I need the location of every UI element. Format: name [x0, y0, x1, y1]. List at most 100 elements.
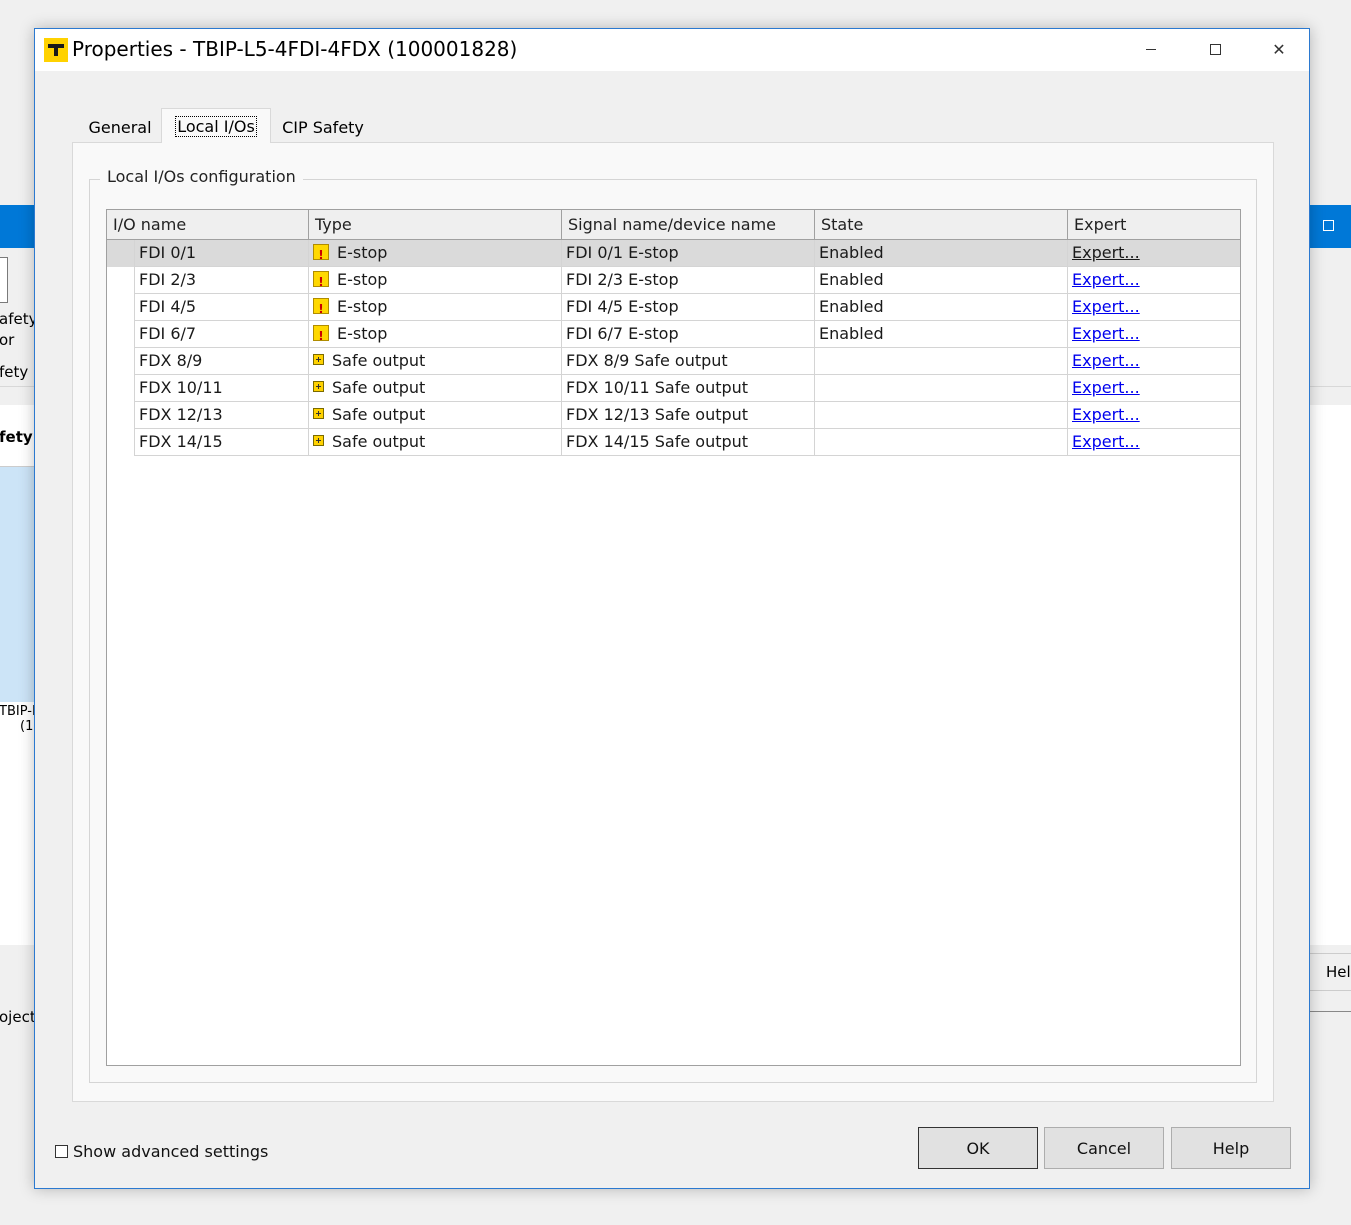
- signal-name-cell[interactable]: FDI 4/5 E-stop: [562, 294, 815, 321]
- column-header-expert[interactable]: Expert: [1068, 210, 1240, 240]
- properties-dialog: Properties - TBIP-L5-4FDI-4FDX (10000182…: [34, 28, 1310, 1189]
- table-row[interactable]: FDI 4/5 E-stop FDI 4/5 E-stop Enabled Ex…: [107, 294, 1240, 321]
- safe-output-icon: [313, 408, 324, 419]
- io-name-cell[interactable]: FDI 0/1: [135, 240, 309, 267]
- background-heading: fety: [0, 428, 33, 446]
- state-cell[interactable]: [815, 402, 1068, 429]
- type-cell[interactable]: E-stop: [309, 267, 562, 294]
- safe-output-icon: [313, 381, 324, 392]
- state-cell[interactable]: Enabled: [815, 240, 1068, 267]
- row-gutter: [107, 240, 135, 267]
- row-gutter: [107, 402, 135, 429]
- group-label: Local I/Os configuration: [100, 167, 303, 186]
- io-name-cell[interactable]: FDI 6/7: [135, 321, 309, 348]
- row-gutter: [107, 348, 135, 375]
- row-gutter: [107, 375, 135, 402]
- expert-link[interactable]: Expert...: [1072, 270, 1140, 289]
- type-label: E-stop: [337, 324, 388, 343]
- column-header-state[interactable]: State: [815, 210, 1068, 240]
- background-text: or: [0, 331, 15, 349]
- background-title-bar-left: [0, 205, 36, 248]
- expert-cell: Expert...: [1068, 294, 1240, 321]
- table-row[interactable]: FDI 0/1 E-stop FDI 0/1 E-stop Enabled Ex…: [107, 240, 1240, 267]
- minimize-button[interactable]: [1119, 29, 1183, 69]
- table-header: I/O name Type Signal name/device name St…: [107, 210, 1240, 240]
- expert-link[interactable]: Expert...: [1072, 351, 1140, 370]
- column-header-io-name[interactable]: I/O name: [107, 210, 309, 240]
- table-row[interactable]: FDX 14/15 Safe output FDX 14/15 Safe out…: [107, 429, 1240, 456]
- background-text: oject: [0, 1008, 36, 1026]
- type-cell[interactable]: E-stop: [309, 321, 562, 348]
- type-cell[interactable]: E-stop: [309, 294, 562, 321]
- type-cell[interactable]: Safe output: [309, 375, 562, 402]
- io-name-cell[interactable]: FDX 10/11: [135, 375, 309, 402]
- tab-label: CIP Safety: [282, 118, 364, 137]
- expert-link[interactable]: Expert...: [1072, 243, 1140, 262]
- tab-cip-safety[interactable]: CIP Safety: [273, 113, 373, 142]
- signal-name-cell[interactable]: FDX 10/11 Safe output: [562, 375, 815, 402]
- state-cell[interactable]: Enabled: [815, 294, 1068, 321]
- background-device-tile[interactable]: [0, 467, 36, 702]
- type-cell[interactable]: E-stop: [309, 240, 562, 267]
- expert-cell: Expert...: [1068, 348, 1240, 375]
- maximize-button[interactable]: [1183, 29, 1247, 69]
- expert-link[interactable]: Expert...: [1072, 297, 1140, 316]
- show-advanced-settings-checkbox[interactable]: [55, 1145, 68, 1158]
- signal-name-cell[interactable]: FDI 2/3 E-stop: [562, 267, 815, 294]
- expert-link[interactable]: Expert...: [1072, 432, 1140, 451]
- table-row[interactable]: FDX 12/13 Safe output FDX 12/13 Safe out…: [107, 402, 1240, 429]
- tab-label: General: [88, 118, 152, 137]
- io-name-cell[interactable]: FDX 14/15: [135, 429, 309, 456]
- io-name-cell[interactable]: FDI 4/5: [135, 294, 309, 321]
- io-name-cell[interactable]: FDX 8/9: [135, 348, 309, 375]
- type-cell[interactable]: Safe output: [309, 402, 562, 429]
- type-label: Safe output: [332, 405, 426, 424]
- tab-local-ios[interactable]: Local I/Os: [161, 108, 271, 143]
- table-row[interactable]: FDI 2/3 E-stop FDI 2/3 E-stop Enabled Ex…: [107, 267, 1240, 294]
- state-cell[interactable]: [815, 348, 1068, 375]
- show-advanced-settings[interactable]: Show advanced settings: [55, 1142, 268, 1161]
- dialog-title-bar[interactable]: Properties - TBIP-L5-4FDI-4FDX (10000182…: [35, 29, 1309, 71]
- tab-panel-local-ios: Local I/Os configuration I/O name Type S…: [72, 142, 1274, 1102]
- state-cell[interactable]: Enabled: [815, 321, 1068, 348]
- type-cell[interactable]: Safe output: [309, 429, 562, 456]
- signal-name-cell[interactable]: FDI 0/1 E-stop: [562, 240, 815, 267]
- local-ios-configuration-group: Local I/Os configuration I/O name Type S…: [89, 167, 1257, 1083]
- background-maximize-icon: [1323, 220, 1334, 231]
- table-row[interactable]: FDX 10/11 Safe output FDX 10/11 Safe out…: [107, 375, 1240, 402]
- tab-general[interactable]: General: [79, 113, 161, 142]
- safe-output-icon: [313, 354, 324, 365]
- expert-link[interactable]: Expert...: [1072, 378, 1140, 397]
- row-gutter: [107, 429, 135, 456]
- signal-name-cell[interactable]: FDX 8/9 Safe output: [562, 348, 815, 375]
- background-separator: [1309, 1011, 1351, 1012]
- expert-link[interactable]: Expert...: [1072, 324, 1140, 343]
- dialog-title: Properties - TBIP-L5-4FDI-4FDX (10000182…: [72, 37, 518, 61]
- io-name-cell[interactable]: FDI 2/3: [135, 267, 309, 294]
- state-cell[interactable]: Enabled: [815, 267, 1068, 294]
- expert-cell: Expert...: [1068, 267, 1240, 294]
- table-row[interactable]: FDX 8/9 Safe output FDX 8/9 Safe output …: [107, 348, 1240, 375]
- signal-name-cell[interactable]: FDI 6/7 E-stop: [562, 321, 815, 348]
- expert-cell: Expert...: [1068, 375, 1240, 402]
- column-header-type[interactable]: Type: [309, 210, 562, 240]
- help-button[interactable]: Help: [1171, 1127, 1291, 1169]
- io-name-cell[interactable]: FDX 12/13: [135, 402, 309, 429]
- ok-button[interactable]: OK: [918, 1127, 1038, 1169]
- row-gutter: [107, 267, 135, 294]
- type-label: Safe output: [332, 378, 426, 397]
- table-body: FDI 0/1 E-stop FDI 0/1 E-stop Enabled Ex…: [107, 240, 1240, 456]
- signal-name-cell[interactable]: FDX 12/13 Safe output: [562, 402, 815, 429]
- signal-name-cell[interactable]: FDX 14/15 Safe output: [562, 429, 815, 456]
- table-row[interactable]: FDI 6/7 E-stop FDI 6/7 E-stop Enabled Ex…: [107, 321, 1240, 348]
- column-header-signal-name[interactable]: Signal name/device name: [562, 210, 815, 240]
- state-cell[interactable]: [815, 429, 1068, 456]
- close-button[interactable]: ✕: [1247, 29, 1311, 69]
- expert-cell: Expert...: [1068, 240, 1240, 267]
- show-advanced-settings-label: Show advanced settings: [73, 1142, 269, 1161]
- type-cell[interactable]: Safe output: [309, 348, 562, 375]
- cancel-button[interactable]: Cancel: [1044, 1127, 1164, 1169]
- expert-link[interactable]: Expert...: [1072, 405, 1140, 424]
- state-cell[interactable]: [815, 375, 1068, 402]
- estop-icon: [313, 296, 329, 320]
